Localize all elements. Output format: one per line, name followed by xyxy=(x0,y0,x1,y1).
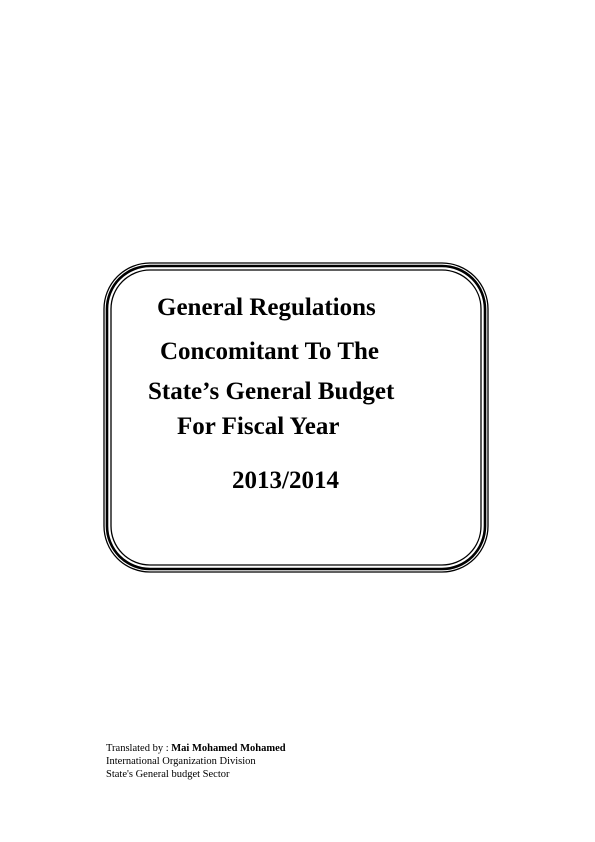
translator-name: Mai Mohamed Mohamed xyxy=(171,743,286,754)
division-name: International Organization Division xyxy=(106,756,256,767)
sector-name: State's General budget Sector xyxy=(106,769,230,780)
title-line-4: For Fiscal Year xyxy=(177,413,340,440)
title-line-2: Concomitant To The xyxy=(160,338,380,365)
translator-credit: Translated by : Mai Mohamed Mohamed xyxy=(106,742,286,755)
title-line-3: State’s General Budget xyxy=(148,378,395,405)
footer: Translated by : Mai Mohamed Mohamed Inte… xyxy=(106,742,286,781)
translated-by-label: Translated by : xyxy=(106,743,172,754)
title-line-1: General Regulations xyxy=(157,294,376,321)
fiscal-year: 2013/2014 xyxy=(232,467,339,494)
